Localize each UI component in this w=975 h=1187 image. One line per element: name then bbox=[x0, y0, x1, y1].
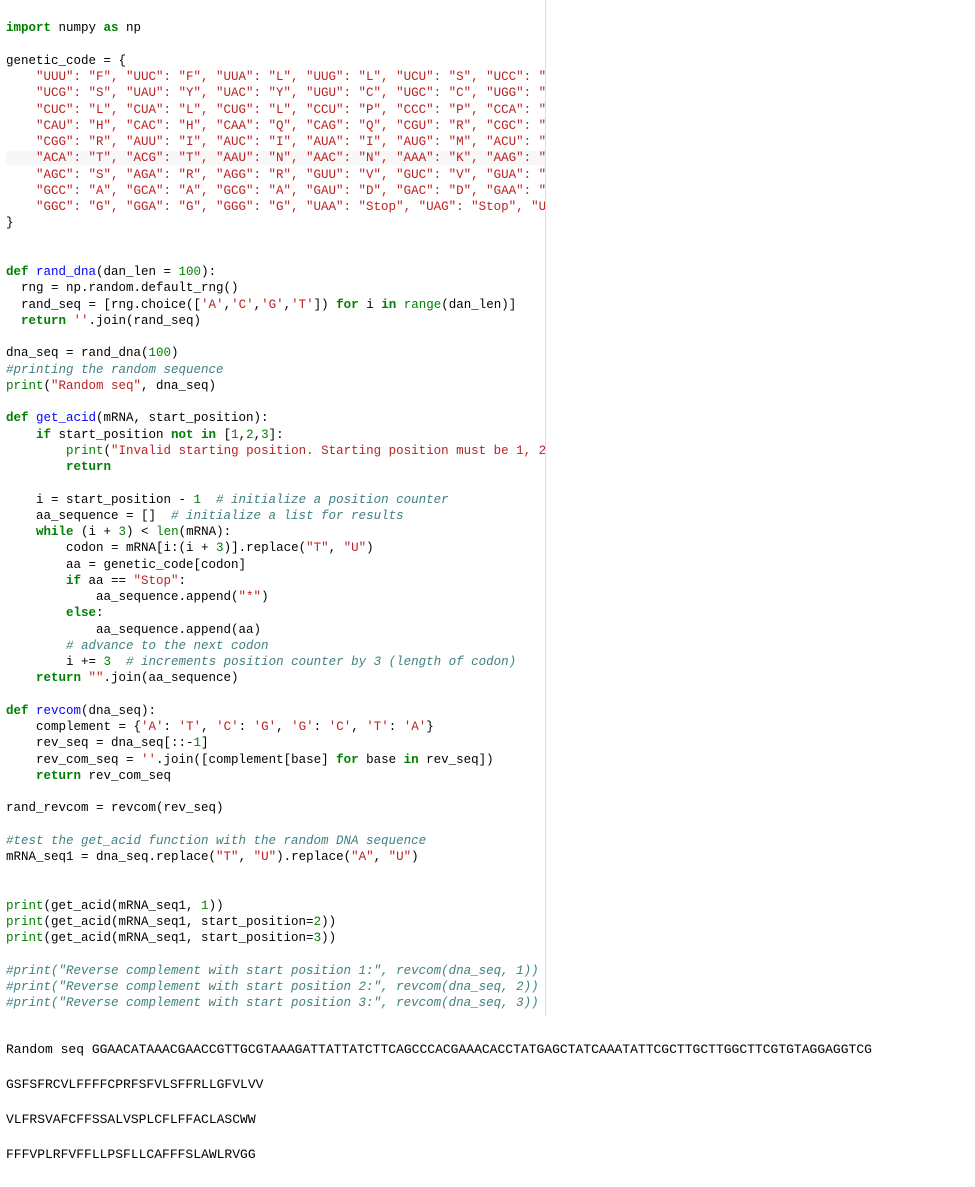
output-line: VLFRSVAFCFFSSALVSPLCFLFFACLASCWW bbox=[6, 1111, 969, 1129]
gc-row: "CGG": "R", "AUU": "I", "AUC": "I", "AUA… bbox=[6, 135, 546, 149]
genetic-code-close: } bbox=[6, 216, 14, 230]
gc-row-cursor: "ACA": "T", "ACG": "T", "AAU": "N", "AAC… bbox=[6, 151, 546, 165]
output-line: FFFVPLRFVFFLLPSFLLCAFFFSLAWLRVGG bbox=[6, 1146, 969, 1164]
code-cell[interactable]: import numpy as np genetic_code = { "UUU… bbox=[0, 0, 546, 1016]
genetic-code-open: genetic_code = { bbox=[6, 54, 126, 68]
gc-row: "UUU": "F", "UUC": "F", "UUA": "L", "UUG… bbox=[6, 70, 546, 84]
gc-row: "AGC": "S", "AGA": "R", "AGG": "R", "GUU… bbox=[6, 168, 546, 182]
gc-row: "GCC": "A", "GCA": "A", "GCG": "A", "GAU… bbox=[6, 184, 546, 198]
output-line: Random seq GGAACATAAACGAACCGTTGCGTAAAGAT… bbox=[6, 1041, 969, 1059]
output-line: GSFSFRCVLFFFFCPRFSFVLSFFRLLGFVLVV bbox=[6, 1076, 969, 1094]
gc-row: "CUC": "L", "CUA": "L", "CUG": "L", "CCU… bbox=[6, 103, 546, 117]
gc-row: "UCG": "S", "UAU": "Y", "UAC": "Y", "UGU… bbox=[6, 86, 546, 100]
gc-row: "CAU": "H", "CAC": "H", "CAA": "Q", "CAG… bbox=[6, 119, 546, 133]
kw-import: import bbox=[6, 21, 51, 35]
output-cell: Random seq GGAACATAAACGAACCGTTGCGTAAAGAT… bbox=[0, 1016, 975, 1187]
gc-row: "GGC": "G", "GGA": "G", "GGG": "G", "UAA… bbox=[6, 200, 546, 214]
